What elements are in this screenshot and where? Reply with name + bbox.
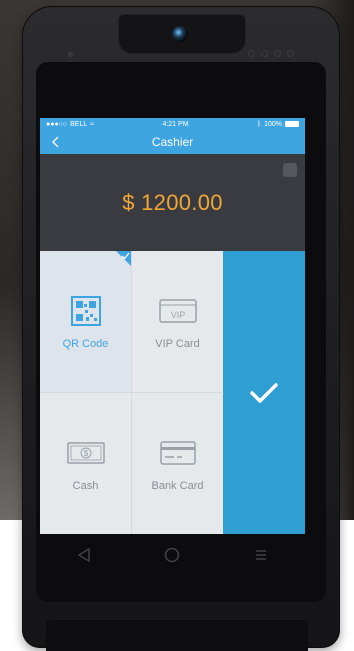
- payment-option-qr-code[interactable]: QR Code: [40, 251, 131, 392]
- payment-option-label: VIP Card: [155, 337, 200, 350]
- camera-notch: [118, 14, 246, 54]
- qr-code-icon: [66, 294, 106, 328]
- amount-panel: $ 1200.00: [40, 154, 305, 251]
- status-bar: ●●●○○ BELL ≈ 4:21 PM ᛒ 100%: [40, 118, 305, 130]
- app-screen: ●●●○○ BELL ≈ 4:21 PM ᛒ 100% Cashier $ 12…: [40, 118, 305, 534]
- battery-icon: [284, 121, 299, 127]
- camera-icon: [172, 26, 188, 42]
- svg-text:$: $: [83, 449, 88, 458]
- battery-label: 100%: [264, 120, 282, 128]
- signal-icon: ●●●○○: [46, 120, 68, 128]
- card-slot: [46, 620, 308, 651]
- selected-check-icon: [121, 252, 130, 260]
- bank-card-icon: [158, 436, 198, 470]
- payment-option-cash[interactable]: $ Cash: [40, 393, 131, 534]
- vip-card-icon: VIP: [158, 294, 198, 328]
- amount-value: $ 1200.00: [122, 189, 223, 215]
- confirm-button[interactable]: [223, 251, 305, 534]
- sensor-dot: [68, 52, 73, 57]
- payment-option-bank-card[interactable]: Bank Card: [132, 393, 223, 534]
- home-circle-icon[interactable]: [159, 542, 185, 568]
- cash-icon: $: [66, 436, 106, 470]
- header: Cashier: [40, 130, 305, 154]
- page-title: Cashier: [151, 135, 194, 149]
- divider: [40, 392, 222, 393]
- bluetooth-icon: ᛒ: [256, 120, 262, 128]
- payment-option-vip-card[interactable]: VIP VIP Card: [132, 251, 223, 392]
- payment-option-label: Bank Card: [151, 479, 204, 492]
- back-triangle-icon[interactable]: [71, 542, 97, 568]
- wifi-icon: ≈: [90, 120, 95, 128]
- svg-text:VIP: VIP: [170, 310, 185, 320]
- carrier-label: BELL: [70, 120, 88, 128]
- payment-option-label: Cash: [72, 479, 99, 492]
- payment-option-label: QR Code: [62, 337, 109, 350]
- checkmark-icon: [250, 382, 278, 403]
- edit-icon[interactable]: [283, 163, 297, 177]
- back-icon[interactable]: [48, 134, 62, 150]
- time-label: 4:21 PM: [162, 120, 189, 128]
- speaker-grille: [248, 50, 294, 57]
- device-nav-keys: [40, 542, 305, 568]
- menu-lines-icon[interactable]: [248, 542, 274, 568]
- payment-options: QR Code VIP VIP Card $ Cash Bank Card: [40, 251, 305, 534]
